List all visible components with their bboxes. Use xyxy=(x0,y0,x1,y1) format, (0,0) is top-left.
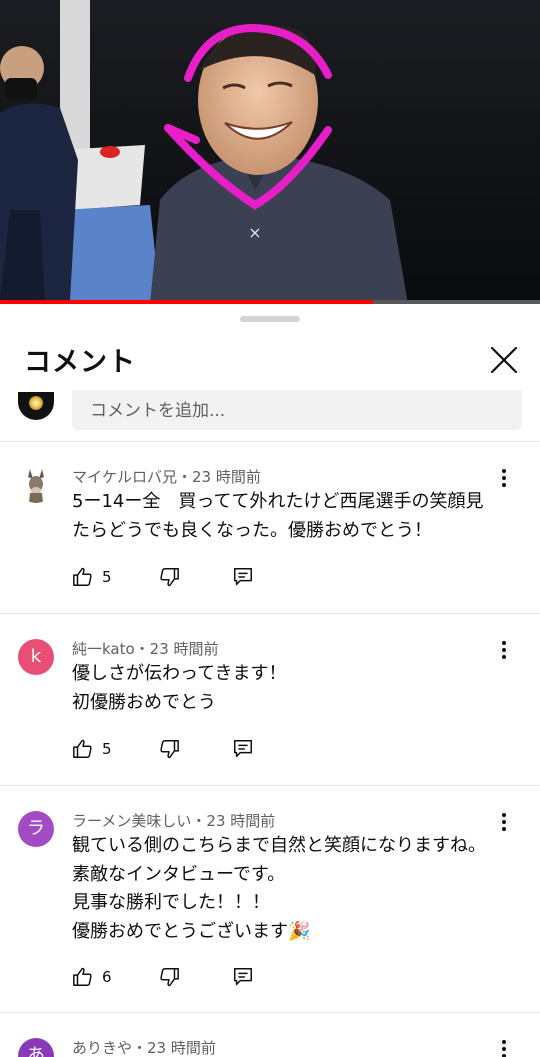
add-comment-input[interactable]: コメントを追加... xyxy=(72,390,522,430)
reply-icon xyxy=(234,740,252,758)
reply-icon xyxy=(234,568,252,586)
comment-line: 優しさが伝わってきます！ xyxy=(72,663,287,684)
close-button[interactable] xyxy=(486,342,522,378)
more-vertical-icon[interactable] xyxy=(492,810,516,834)
more-vertical-icon[interactable] xyxy=(492,466,516,490)
comment-text: 優しさが伝わってきます！ 初優勝おめでとう xyxy=(72,660,502,717)
avatar[interactable]: ラ xyxy=(18,811,54,847)
comment-composer: コメントを追加... xyxy=(0,390,540,442)
comment-line: たらどうでも良くなった。優勝おめでとう！ xyxy=(72,519,432,541)
comment-text: 観ている側のこちらまで自然と笑顔になりますね。 素敵なインタビューです。 見事な… xyxy=(72,832,502,946)
thumbs-up-icon xyxy=(73,739,92,758)
donkey-avatar-icon xyxy=(18,467,54,503)
comment-actions: 6 xyxy=(72,966,272,992)
comment-item: k 純一kato・23 時間前 優しさが伝わってきます！ 初優勝おめでとう 5 xyxy=(0,614,540,786)
comment-meta: ありきや・23 時間前 xyxy=(72,1039,216,1057)
comment-item: ラ ラーメン美味しい・23 時間前 観ている側のこちらまで自然と笑顔になりますね… xyxy=(0,786,540,1013)
dislike-button[interactable] xyxy=(158,566,180,588)
avatar[interactable]: k xyxy=(18,639,54,675)
comment-actions: 5 xyxy=(72,738,272,764)
comment-line: 5ー14ー全 買ってて外れたけど西尾選手の笑顔見 xyxy=(72,491,484,512)
svg-text:⨯: ⨯ xyxy=(248,223,261,242)
like-count: 5 xyxy=(102,740,112,758)
video-player[interactable]: ⨯ xyxy=(0,0,540,304)
comments-sheet: コメント コメントを追加... マイケルロバ兄・23 時間前 5ー14ー全 買っ… xyxy=(0,304,540,1057)
thumbs-up-icon xyxy=(73,567,92,586)
comment-line: 見事な勝利でした！！！ xyxy=(72,892,270,913)
comment-line: 初優勝おめでとう xyxy=(72,691,216,713)
reply-button[interactable] xyxy=(232,738,254,760)
dislike-button[interactable] xyxy=(158,966,180,988)
comment-item: マイケルロバ兄・23 時間前 5ー14ー全 買ってて外れたけど西尾選手の笑顔見 … xyxy=(0,442,540,614)
more-vertical-icon[interactable] xyxy=(492,638,516,662)
reply-button[interactable] xyxy=(232,966,254,988)
comment-actions: 5 xyxy=(72,566,272,592)
like-count: 5 xyxy=(102,568,112,586)
sheet-title: コメント xyxy=(24,347,136,378)
like-button[interactable]: 5 xyxy=(72,566,112,588)
reply-icon xyxy=(234,968,252,986)
like-button[interactable]: 5 xyxy=(72,738,112,760)
comment-meta: ラーメン美味しい・23 時間前 xyxy=(72,812,276,830)
comment-meta: 純一kato・23 時間前 xyxy=(72,640,219,658)
like-count: 6 xyxy=(102,968,112,986)
dislike-button[interactable] xyxy=(158,738,180,760)
comment-line: 素敵なインタビューです。 xyxy=(72,863,286,885)
video-frame-image: ⨯ xyxy=(0,0,540,304)
user-avatar xyxy=(18,392,54,420)
thumbs-down-icon xyxy=(160,568,179,587)
avatar[interactable]: あ xyxy=(18,1038,54,1057)
comment-line: 優勝おめでとうございます🎉 xyxy=(72,920,311,942)
reply-button[interactable] xyxy=(232,566,254,588)
thumbs-down-icon xyxy=(160,740,179,759)
more-vertical-icon[interactable] xyxy=(492,1037,516,1057)
close-icon xyxy=(490,346,518,374)
thumbs-up-icon xyxy=(73,967,92,986)
comment-line: 観ている側のこちらまで自然と笑顔になりますね。 xyxy=(72,835,486,856)
comment-meta: マイケルロバ兄・23 時間前 xyxy=(72,468,261,486)
comment-item: あ ありきや・23 時間前 xyxy=(0,1013,540,1057)
like-button[interactable]: 6 xyxy=(72,966,112,988)
comment-text: 5ー14ー全 買ってて外れたけど西尾選手の笑顔見 たらどうでも良くなった。優勝お… xyxy=(72,488,502,545)
thumbs-down-icon xyxy=(160,968,179,987)
drag-handle[interactable] xyxy=(240,316,300,322)
